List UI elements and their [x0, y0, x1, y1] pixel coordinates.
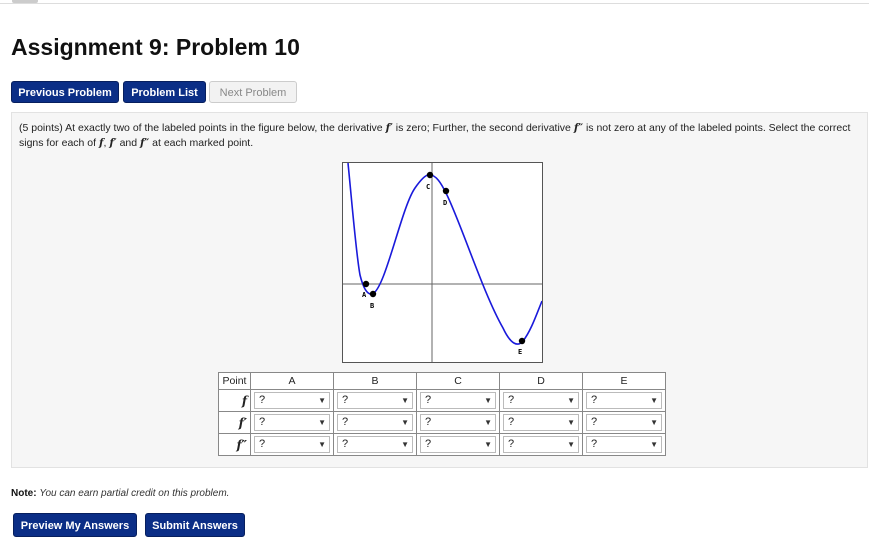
- select-f-b[interactable]: ? ▼: [337, 392, 413, 409]
- dropdown-arrow-icon: ▼: [567, 418, 575, 427]
- dropdown-arrow-icon: ▼: [650, 440, 658, 449]
- select-value: ?: [342, 416, 349, 428]
- note-label: Note:: [11, 488, 37, 499]
- point-e-marker: [518, 337, 526, 345]
- preview-answers-button[interactable]: Preview My Answers: [13, 513, 137, 537]
- points-label: (5 points): [19, 122, 63, 134]
- select-value: ?: [342, 394, 349, 406]
- select-f-d[interactable]: ? ▼: [503, 392, 579, 409]
- point-e-label: E: [518, 348, 522, 356]
- row-label-f-double-prime: f″: [218, 433, 251, 456]
- select-value: ?: [259, 438, 266, 450]
- select-value: ?: [425, 438, 432, 450]
- dropdown-arrow-icon: ▼: [484, 440, 492, 449]
- select-fpp-e[interactable]: ? ▼: [586, 436, 662, 453]
- select-fp-c[interactable]: ? ▼: [420, 414, 496, 431]
- select-fpp-d[interactable]: ? ▼: [503, 436, 579, 453]
- header-b: B: [333, 372, 417, 390]
- select-fpp-b[interactable]: ? ▼: [337, 436, 413, 453]
- header-row: Point A B C D E: [218, 372, 666, 390]
- dropdown-arrow-icon: ▼: [567, 396, 575, 405]
- answer-table: Point A B C D E f ? ▼ ? ▼ ? ▼ ? ▼ ? ▼ f′ ? ▼ ?…: [218, 372, 666, 456]
- problem-text-part: is zero; Further, the second derivative: [395, 122, 571, 134]
- select-value: ?: [508, 394, 515, 406]
- row-f-double-prime: f″ ? ▼ ? ▼ ? ▼ ? ▼ ? ▼: [218, 433, 666, 456]
- page-title: Assignment 9: Problem 10: [11, 34, 300, 60]
- problem-text: (5 points) At exactly two of the labeled…: [19, 121, 864, 151]
- dropdown-arrow-icon: ▼: [484, 396, 492, 405]
- select-fpp-c[interactable]: ? ▼: [420, 436, 496, 453]
- row-label-f-prime: f′: [218, 411, 251, 434]
- select-fp-e[interactable]: ? ▼: [586, 414, 662, 431]
- select-value: ?: [591, 394, 598, 406]
- dropdown-arrow-icon: ▼: [318, 418, 326, 427]
- dropdown-arrow-icon: ▼: [650, 418, 658, 427]
- row-label-f: f: [218, 389, 251, 412]
- previous-problem-button[interactable]: Previous Problem: [11, 81, 119, 103]
- point-b-label: B: [370, 302, 374, 310]
- point-d-marker: [442, 187, 450, 195]
- problem-text-part: ,: [103, 137, 107, 149]
- header-d: D: [499, 372, 583, 390]
- select-value: ?: [508, 416, 515, 428]
- select-f-c[interactable]: ? ▼: [420, 392, 496, 409]
- select-value: ?: [342, 438, 349, 450]
- problem-text-part: at each marked point.: [152, 137, 254, 149]
- select-value: ?: [259, 416, 266, 428]
- row-f-prime: f′ ? ▼ ? ▼ ? ▼ ? ▼ ? ▼: [218, 411, 666, 434]
- dropdown-arrow-icon: ▼: [401, 440, 409, 449]
- select-fp-d[interactable]: ? ▼: [503, 414, 579, 431]
- dropdown-arrow-icon: ▼: [484, 418, 492, 427]
- submit-answers-button[interactable]: Submit Answers: [145, 513, 245, 537]
- header-point: Point: [218, 372, 251, 390]
- f-double-prime-symbol: f″: [140, 137, 150, 149]
- select-value: ?: [259, 394, 266, 406]
- point-d-label: D: [443, 199, 447, 207]
- header-c: C: [416, 372, 500, 390]
- dropdown-arrow-icon: ▼: [401, 418, 409, 427]
- partial-credit-note: Note: You can earn partial credit on thi…: [11, 488, 229, 499]
- graph-svg: A B C D E: [343, 162, 543, 362]
- top-tab: [12, 0, 38, 3]
- select-value: ?: [591, 416, 598, 428]
- top-border: [0, 0, 869, 4]
- point-b-marker: [369, 290, 377, 298]
- dropdown-arrow-icon: ▼: [318, 396, 326, 405]
- f-prime-symbol: f′: [385, 122, 393, 134]
- select-f-a[interactable]: ? ▼: [254, 392, 330, 409]
- point-a-marker: [362, 280, 370, 288]
- dropdown-arrow-icon: ▼: [650, 396, 658, 405]
- dropdown-arrow-icon: ▼: [318, 440, 326, 449]
- select-f-e[interactable]: ? ▼: [586, 392, 662, 409]
- point-c-label: C: [426, 183, 430, 191]
- dropdown-arrow-icon: ▼: [401, 396, 409, 405]
- select-value: ?: [425, 394, 432, 406]
- select-fp-a[interactable]: ? ▼: [254, 414, 330, 431]
- select-fp-b[interactable]: ? ▼: [337, 414, 413, 431]
- f-double-prime-symbol: f″: [573, 122, 584, 134]
- note-text: You can earn partial credit on this prob…: [39, 488, 230, 499]
- next-problem-button[interactable]: Next Problem: [209, 81, 297, 103]
- select-value: ?: [508, 438, 515, 450]
- problem-list-button[interactable]: Problem List: [123, 81, 206, 103]
- f-prime-symbol: f′: [109, 137, 117, 149]
- function-graph: A B C D E: [342, 162, 543, 363]
- point-c-marker: [426, 171, 434, 179]
- select-value: ?: [591, 438, 598, 450]
- header-e: E: [582, 372, 666, 390]
- point-a-label: A: [362, 291, 367, 299]
- problem-text-part: At exactly two of the labeled points in …: [65, 122, 383, 134]
- header-a: A: [250, 372, 334, 390]
- problem-panel: (5 points) At exactly two of the labeled…: [11, 112, 868, 468]
- row-f: f ? ▼ ? ▼ ? ▼ ? ▼ ? ▼: [218, 389, 666, 412]
- dropdown-arrow-icon: ▼: [567, 440, 575, 449]
- select-value: ?: [425, 416, 432, 428]
- select-fpp-a[interactable]: ? ▼: [254, 436, 330, 453]
- problem-text-part: and: [119, 137, 138, 149]
